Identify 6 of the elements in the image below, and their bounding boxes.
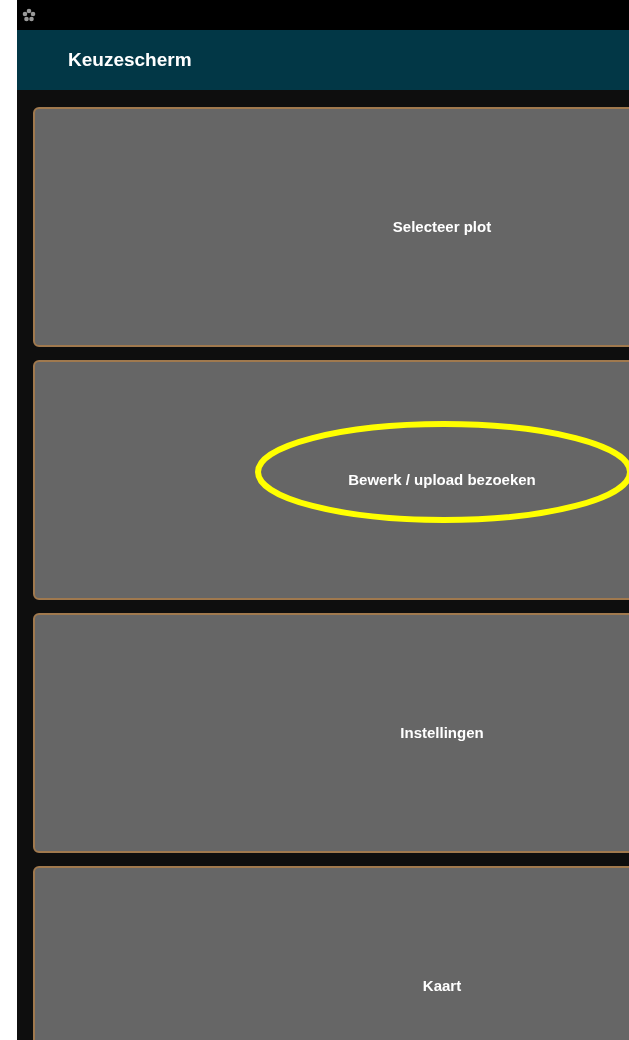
menu-button[interactable]: Selecteer plot	[33, 107, 629, 347]
flower-icon	[22, 8, 36, 22]
menu-button[interactable]: Bewerk / upload bezoeken	[33, 360, 629, 600]
menu-button[interactable]: Kaart	[33, 866, 629, 1040]
menu-button[interactable]: Instellingen	[33, 613, 629, 853]
screen-title: Keuzescherm	[68, 47, 192, 72]
